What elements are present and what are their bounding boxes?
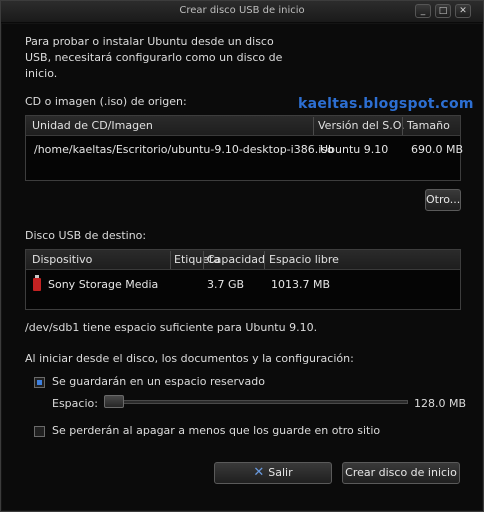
title-bar[interactable]: Crear disco USB de inicio _ □ ✕ [1, 1, 483, 23]
space-slider-track[interactable] [108, 400, 408, 404]
quit-button[interactable]: ✕ Salir [214, 462, 332, 484]
column-separator [313, 117, 314, 135]
create-disk-button[interactable]: Crear disco de inicio [342, 462, 460, 484]
dialog-content: Para probar o instalar Ubuntu desde un d… [2, 24, 482, 510]
radio-unselected-icon[interactable] [34, 426, 45, 437]
watermark-text: kaeltas.blogspot.com [298, 96, 474, 112]
minimize-button[interactable]: _ [415, 4, 431, 18]
other-image-button[interactable]: Otro... [425, 189, 461, 211]
column-header-size[interactable]: Tamaño [407, 119, 450, 132]
column-header-version[interactable]: Versión del S.O. [318, 119, 404, 132]
close-button[interactable]: ✕ [455, 4, 471, 18]
column-header-free-space[interactable]: Espacio libre [269, 253, 339, 266]
dialog-window: Crear disco USB de inicio _ □ ✕ Para pro… [0, 0, 484, 512]
device-free-space: 1013.7 MB [271, 278, 331, 291]
space-label: Espacio: [52, 397, 98, 410]
column-separator [203, 251, 204, 269]
device-capacity: 3.7 GB [207, 278, 245, 291]
column-separator [170, 251, 171, 269]
target-list[interactable]: Dispositivo Etiqueta Capacidad Espacio l… [25, 249, 461, 310]
space-slider-handle[interactable] [104, 395, 124, 408]
space-value: 128.0 MB [414, 397, 467, 410]
source-list[interactable]: Unidad de CD/Imagen Versión del S.O. Tam… [25, 115, 464, 181]
window-title: Crear disco USB de inicio [179, 5, 305, 16]
target-list-header: Dispositivo Etiqueta Capacidad Espacio l… [26, 250, 460, 270]
option-keep-label[interactable]: Se guardarán en un espacio reservado [52, 375, 265, 388]
status-text: /dev/sdb1 tiene espacio suficiente para … [25, 321, 318, 334]
source-size: 690.0 MB [411, 143, 464, 156]
column-separator [402, 117, 403, 135]
source-version: Ubuntu 9.10 [320, 143, 389, 156]
persistence-label: Al iniciar desde el disco, los documento… [25, 352, 354, 365]
maximize-button[interactable]: □ [435, 4, 451, 18]
usb-drive-icon [33, 275, 41, 291]
intro-text: Para probar o instalar Ubuntu desde un d… [25, 35, 283, 80]
device-name: Sony Storage Media [48, 278, 159, 291]
source-list-header: Unidad de CD/Imagen Versión del S.O. Tam… [26, 116, 460, 136]
column-header-device[interactable]: Dispositivo [32, 253, 92, 266]
quit-button-label: Salir [268, 466, 293, 479]
column-header-capacity[interactable]: Capacidad [207, 253, 265, 266]
source-label: CD o imagen (.iso) de origen: [25, 95, 187, 108]
source-path: /home/kaeltas/Escritorio/ubuntu-9.10-des… [34, 143, 334, 156]
option-discard-label[interactable]: Se perderán al apagar a menos que los gu… [52, 424, 380, 437]
close-icon: ✕ [253, 465, 265, 480]
column-header-image[interactable]: Unidad de CD/Imagen [32, 119, 153, 132]
column-separator [264, 251, 265, 269]
target-label: Disco USB de destino: [25, 229, 147, 242]
radio-selected-icon[interactable] [34, 377, 45, 388]
